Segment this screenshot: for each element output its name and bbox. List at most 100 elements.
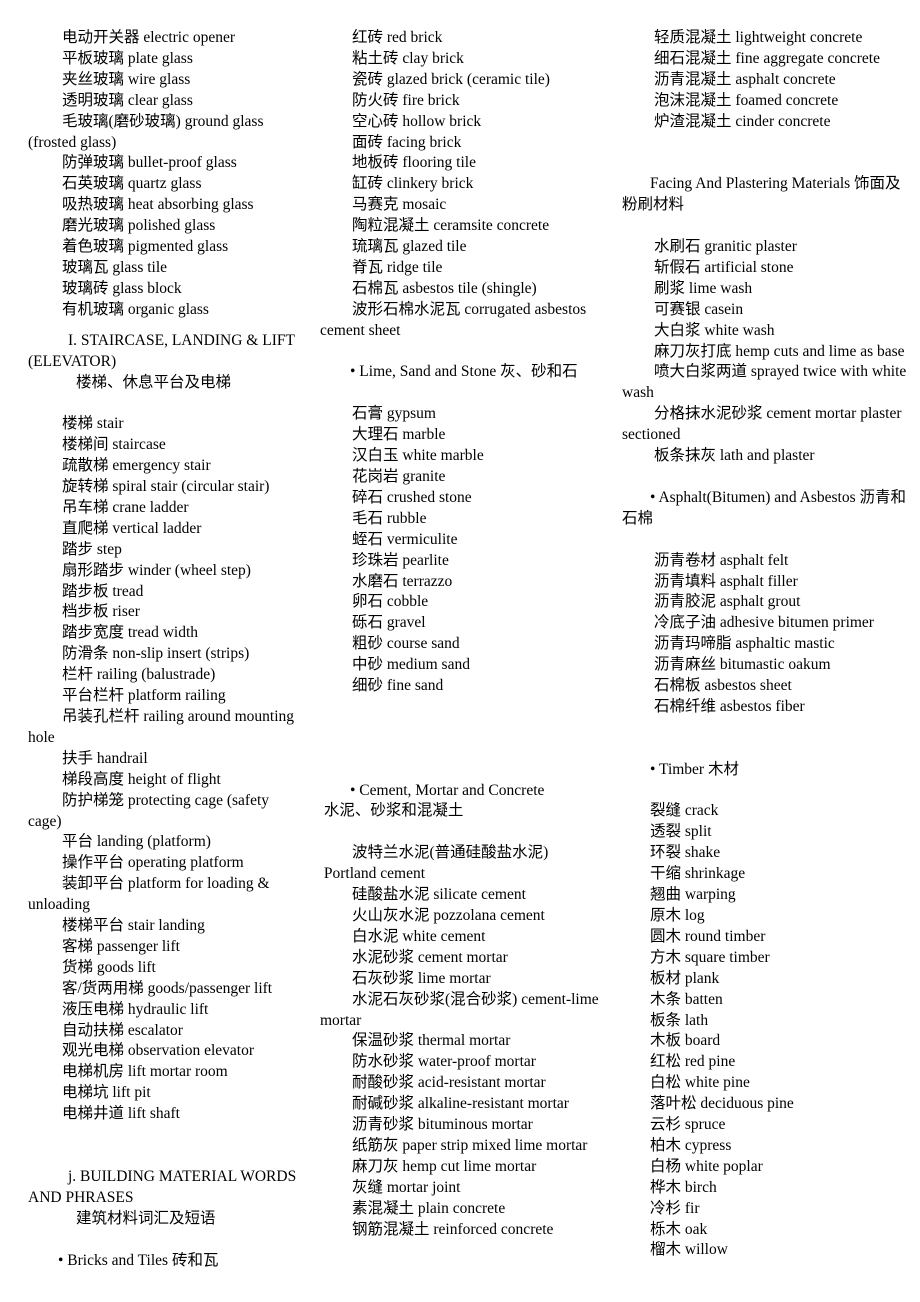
glossary-entry: 砾石 gravel	[352, 614, 426, 632]
glossary-entry: 白杨 white poplar	[650, 1157, 763, 1175]
vertical-spacer	[622, 467, 914, 488]
glossary-entry: 原木 log	[650, 906, 705, 924]
glossary-entry: 吊装孔栏杆 railing around mounting hole	[28, 707, 298, 746]
glossary-entry: 冷底子油 adhesive bitumen primer	[654, 614, 874, 632]
glossary-entry: 卵石 cobble	[352, 593, 429, 611]
glossary-entry: 栏杆 railing (balustrade)	[62, 666, 216, 684]
glossary-entry: 楼梯间 staircase	[62, 436, 166, 454]
glossary-entry: 装卸平台 platform for loading & unloading	[28, 875, 274, 914]
glossary-entry: 毛玻璃(磨砂玻璃) ground glass (frosted glass)	[28, 112, 268, 151]
glossary-entry: 石灰砂浆 lime mortar	[352, 969, 491, 987]
glossary-entry: 脊瓦 ridge tile	[352, 258, 443, 276]
glossary-entry: 平台 landing (platform)	[62, 833, 211, 851]
glossary-entry: 泡沫混凝土 foamed concrete	[654, 91, 839, 109]
glossary-entry: 石英玻璃 quartz glass	[62, 175, 202, 193]
glossary-entry: 防弹玻璃 bullet-proof glass	[62, 154, 237, 172]
glossary-entry: 电梯机房 lift mortar room	[62, 1063, 228, 1081]
glossary-entry: 自动扶梯 escalator	[62, 1021, 183, 1039]
glossary-entry: 平台栏杆 platform railing	[62, 687, 226, 705]
glossary-entry: 木板 board	[650, 1032, 721, 1050]
glossary-entry: 液压电梯 hydraulic lift	[62, 1000, 209, 1018]
glossary-entry: 直爬梯 vertical ladder	[62, 519, 202, 537]
text-column-1: 电动开关器 electric opener 平板玻璃 plate glass 夹丝玻…	[0, 28, 310, 1271]
glossary-entry: 钢筋混凝土 reinforced concrete	[352, 1220, 554, 1238]
glossary-entry: 耐酸砂浆 acid-resistant mortar	[352, 1074, 546, 1092]
glossary-entry: 纸筋灰 paper strip mixed lime mortar	[352, 1136, 588, 1154]
glossary-entry: 大理石 marble	[352, 426, 446, 444]
glossary-entry: 电动开关器 electric opener	[62, 29, 236, 46]
glossary-entry: 冷杉 fir	[650, 1199, 700, 1217]
vertical-spacer	[622, 718, 914, 760]
glossary-entry: 操作平台 operating platform	[62, 854, 244, 872]
glossary-entry: 沥青卷材 asphalt felt	[654, 551, 789, 569]
glossary-entry: 防火砖 fire brick	[352, 91, 460, 109]
glossary-entry: 透裂 split	[650, 823, 712, 841]
section-heading-building-material-cn: 建筑材料词汇及短语	[76, 1209, 216, 1227]
vertical-spacer	[28, 1230, 306, 1251]
glossary-entry: 石膏 gypsum	[352, 405, 436, 423]
glossary-entry: 干缩 shrinkage	[650, 865, 746, 883]
glossary-entry: 榴木 willow	[650, 1241, 728, 1259]
glossary-entry: 空心砖 hollow brick	[352, 112, 482, 130]
glossary-entry: 波形石棉水泥瓦 corrugated asbestos cement sheet	[320, 300, 591, 339]
glossary-entry: 客/货两用梯 goods/passenger lift	[62, 979, 273, 997]
glossary-entry: 沥青玛啼脂 asphaltic mastic	[654, 635, 835, 653]
subsection-facing-plastering: Facing And Plastering Materials 饰面及粉刷材料	[622, 175, 901, 214]
glossary-entry: 防滑条 non-slip insert (strips)	[62, 645, 250, 663]
glossary-entry: 扇形踏步 winder (wheel step)	[62, 561, 251, 579]
glossary-entry: 沥青麻丝 bitumastic oakum	[654, 656, 831, 674]
glossary-entry: 毛石 rubble	[352, 509, 427, 527]
glossary-entry: 火山灰水泥 pozzolana cement	[352, 906, 545, 924]
glossary-entry: 可赛银 casein	[654, 300, 744, 318]
glossary-entry: 吊车梯 crane ladder	[62, 498, 189, 516]
glossary-entry: 陶粒混凝土 ceramsite concrete	[352, 217, 550, 235]
glossary-entry: 波特兰水泥(普通硅酸盐水泥) Portland cement	[323, 844, 549, 883]
glossary-entry: 沥青混凝土 asphalt concrete	[654, 70, 836, 88]
glossary-entry: 耐碱砂浆 alkaline-resistant mortar	[352, 1095, 569, 1113]
glossary-entry: 碎石 crushed stone	[352, 488, 472, 506]
text-column-2: 红砖 red brick 粘土砖 clay brick 瓷砖 glazed bric…	[310, 28, 610, 1240]
glossary-entry: 方木 square timber	[650, 948, 770, 966]
glossary-entry: 石棉板 asbestos sheet	[654, 677, 792, 695]
glossary-entry: 石棉纤维 asbestos fiber	[654, 697, 805, 715]
glossary-entry: 中砂 medium sand	[352, 656, 470, 674]
glossary-entry: 疏散梯 emergency stair	[62, 457, 211, 475]
vertical-spacer	[320, 822, 606, 843]
subsection-cement-mortar-concrete: • Cement, Mortar and Concrete 水泥、砂浆和混凝土	[323, 781, 545, 820]
glossary-entry: 踏步板 tread	[62, 582, 144, 600]
glossary-entry: 吸热玻璃 heat absorbing glass	[62, 196, 254, 214]
glossary-entry: 踏步宽度 tread width	[62, 624, 199, 642]
vertical-spacer	[622, 781, 914, 802]
glossary-entry: 喷大白浆两道 sprayed twice with white wash	[622, 363, 911, 402]
glossary-entry: 水刷石 granitic plaster	[654, 238, 797, 256]
glossary-entry: 粘土砖 clay brick	[352, 49, 464, 67]
glossary-entry: 硅酸盐水泥 silicate cement	[352, 886, 526, 904]
glossary-entry: 白松 white pine	[650, 1074, 750, 1092]
glossary-entry: 蛭石 vermiculite	[352, 530, 458, 548]
glossary-entry: 柏木 cypress	[650, 1136, 732, 1154]
glossary-entry: 刷浆 lime wash	[654, 279, 753, 297]
glossary-entry: 防护梯笼 protecting cage (safety cage)	[28, 791, 273, 830]
glossary-entry: 平板玻璃 plate glass	[62, 49, 193, 67]
glossary-entry: 沥青胶泥 asphalt grout	[654, 593, 801, 611]
glossary-entry: 楼梯平台 stair landing	[62, 917, 205, 935]
glossary-entry: 观光电梯 observation elevator	[62, 1042, 254, 1060]
subsection-bricks-and-tiles: • Bricks and Tiles 砖和瓦	[58, 1251, 219, 1269]
glossary-entry: 灰缝 mortar joint	[352, 1178, 461, 1196]
glossary-entry: 水泥石灰砂浆(混合砂浆) cement-lime mortar	[320, 990, 603, 1029]
glossary-entry: 珍珠岩 pearlite	[352, 551, 449, 569]
glossary-entry: 琉璃瓦 glazed tile	[352, 238, 467, 256]
glossary-entry: 防水砂浆 water-proof mortar	[352, 1053, 536, 1071]
glossary-entry: 板材 plank	[650, 969, 720, 987]
glossary-entry: 云杉 spruce	[650, 1116, 726, 1134]
glossary-entry: 马赛克 mosaic	[352, 196, 447, 214]
glossary-entry: 粗砂 course sand	[352, 635, 460, 653]
glossary-entry: 沥青砂浆 bituminous mortar	[352, 1116, 533, 1134]
glossary-entry: 轻质混凝土 lightweight concrete	[654, 29, 863, 46]
vertical-spacer	[320, 383, 606, 404]
glossary-entry: 素混凝土 plain concrete	[352, 1199, 506, 1217]
glossary-entry: 夹丝玻璃 wire glass	[62, 70, 191, 88]
vertical-spacer	[28, 1125, 306, 1167]
glossary-entry: 着色玻璃 pigmented glass	[62, 238, 229, 256]
glossary-entry: 磨光玻璃 polished glass	[62, 217, 216, 235]
